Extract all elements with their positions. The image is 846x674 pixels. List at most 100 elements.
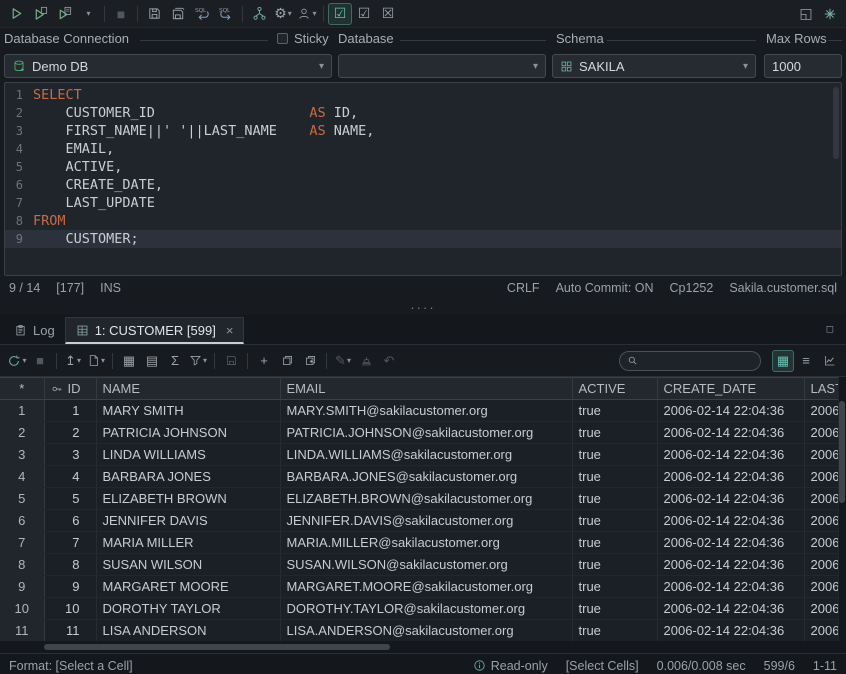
run-options-button[interactable]: ▾	[76, 3, 100, 25]
name-cell[interactable]: MARGARET MOORE	[96, 576, 280, 598]
id-cell[interactable]: 8	[44, 554, 96, 576]
table-row[interactable]: 1111LISA ANDERSONLISA.ANDERSON@sakilacus…	[0, 620, 846, 642]
autocommit-status[interactable]: Auto Commit: ON	[556, 281, 654, 295]
record-display-toggle[interactable]: ≡	[795, 351, 817, 371]
id-cell[interactable]: 9	[44, 576, 96, 598]
name-cell[interactable]: JENNIFER DAVIS	[96, 510, 280, 532]
email-cell[interactable]: SUSAN.WILSON@sakilacustomer.org	[280, 554, 572, 576]
active-cell[interactable]: true	[572, 488, 657, 510]
duplicate-row-button[interactable]	[299, 351, 321, 371]
editor-vertical-scrollbar[interactable]	[833, 87, 839, 159]
max-rows-input[interactable]: 1000	[764, 54, 842, 78]
editor-line[interactable]: 7 LAST_UPDATE	[5, 194, 841, 212]
apply-changes-button[interactable]	[355, 351, 377, 371]
name-cell[interactable]: DOROTHY TAYLOR	[96, 598, 280, 620]
filter-button[interactable]: ▾	[187, 351, 209, 371]
table-row[interactable]: 66JENNIFER DAVISJENNIFER.DAVIS@sakilacus…	[0, 510, 846, 532]
toggle-result-pane-button[interactable]: ☑	[328, 3, 352, 25]
name-cell[interactable]: SUSAN WILSON	[96, 554, 280, 576]
create-date-cell[interactable]: 2006-02-14 22:04:36	[657, 488, 804, 510]
splitter-grip[interactable]: ····	[410, 300, 435, 315]
create-date-cell[interactable]: 2006-02-14 22:04:36	[657, 554, 804, 576]
create-date-cell[interactable]: 2006-02-14 22:04:36	[657, 576, 804, 598]
name-cell[interactable]: MARIA MILLER	[96, 532, 280, 554]
connection-select[interactable]: Demo DB ▾	[4, 54, 332, 78]
id-cell[interactable]: 11	[44, 620, 96, 642]
row-number-cell[interactable]: 4	[0, 466, 44, 488]
header-active[interactable]: ACTIVE	[572, 378, 657, 400]
maximize-panel-icon[interactable]: ◻	[826, 324, 842, 335]
table-row[interactable]: 22PATRICIA JOHNSONPATRICIA.JOHNSON@sakil…	[0, 422, 846, 444]
row-number-cell[interactable]: 11	[0, 620, 44, 642]
cancel-fetch-button[interactable]: ■	[29, 351, 51, 371]
email-cell[interactable]: BARBARA.JONES@sakilacustomer.org	[280, 466, 572, 488]
active-cell[interactable]: true	[572, 532, 657, 554]
row-number-cell[interactable]: 5	[0, 488, 44, 510]
create-date-cell[interactable]: 2006-02-14 22:04:36	[657, 400, 804, 422]
create-date-cell[interactable]: 2006-02-14 22:04:36	[657, 598, 804, 620]
sticky-checkbox[interactable]	[277, 33, 288, 44]
preferences-button[interactable]	[818, 3, 842, 25]
header-id[interactable]: ID	[44, 378, 96, 400]
row-number-cell[interactable]: 8	[0, 554, 44, 576]
email-cell[interactable]: MARIA.MILLER@sakilacustomer.org	[280, 532, 572, 554]
id-cell[interactable]: 1	[44, 400, 96, 422]
export-button[interactable]: ↥ ▾	[62, 351, 84, 371]
line-ending[interactable]: CRLF	[507, 281, 540, 295]
grid-pane-button[interactable]: ▦	[118, 351, 140, 371]
sql-redo-button[interactable]: SQL	[214, 3, 238, 25]
connection-fork-button[interactable]	[247, 3, 271, 25]
email-cell[interactable]: LISA.ANDERSON@sakilacustomer.org	[280, 620, 572, 642]
tab-result-customer[interactable]: 1: CUSTOMER [599] ×	[65, 317, 245, 344]
id-cell[interactable]: 7	[44, 532, 96, 554]
generate-file-button[interactable]: ▾	[85, 351, 107, 371]
table-row[interactable]: 88SUSAN WILSONSUSAN.WILSON@sakilacustome…	[0, 554, 846, 576]
active-cell[interactable]: true	[572, 444, 657, 466]
table-row[interactable]: 44BARBARA JONESBARBARA.JONES@sakilacusto…	[0, 466, 846, 488]
save-result-button[interactable]	[220, 351, 242, 371]
table-row[interactable]: 77MARIA MILLERMARIA.MILLER@sakilacustome…	[0, 532, 846, 554]
id-cell[interactable]: 3	[44, 444, 96, 466]
search-input[interactable]	[643, 354, 753, 368]
save-all-button[interactable]	[166, 3, 190, 25]
row-number-cell[interactable]: 2	[0, 422, 44, 444]
run-script-button[interactable]	[52, 3, 76, 25]
aggregate-pane-button[interactable]: Σ	[164, 351, 186, 371]
table-row[interactable]: 1010DOROTHY TAYLORDOROTHY.TAYLOR@sakilac…	[0, 598, 846, 620]
id-cell[interactable]: 6	[44, 510, 96, 532]
create-date-cell[interactable]: 2006-02-14 22:04:36	[657, 620, 804, 642]
editor-line[interactable]: 9 CUSTOMER;	[5, 230, 841, 248]
run-button[interactable]	[4, 3, 28, 25]
email-cell[interactable]: MARGARET.MOORE@sakilacustomer.org	[280, 576, 572, 598]
horizontal-scrollbar[interactable]	[0, 641, 846, 653]
editor-line[interactable]: 3 FIRST_NAME||' '||LAST_NAME AS NAME,	[5, 122, 841, 140]
email-cell[interactable]: ELIZABETH.BROWN@sakilacustomer.org	[280, 488, 572, 510]
email-cell[interactable]: MARY.SMITH@sakilacustomer.org	[280, 400, 572, 422]
header-email[interactable]: EMAIL	[280, 378, 572, 400]
row-number-cell[interactable]: 1	[0, 400, 44, 422]
run-current-button[interactable]	[28, 3, 52, 25]
active-cell[interactable]: true	[572, 466, 657, 488]
editor-line[interactable]: 4 EMAIL,	[5, 140, 841, 158]
save-button[interactable]	[142, 3, 166, 25]
result-search[interactable]	[619, 351, 761, 371]
id-cell[interactable]: 5	[44, 488, 96, 510]
row-number-cell[interactable]: 6	[0, 510, 44, 532]
email-cell[interactable]: LINDA.WILLIAMS@sakilacustomer.org	[280, 444, 572, 466]
id-cell[interactable]: 2	[44, 422, 96, 444]
create-date-cell[interactable]: 2006-02-14 22:04:36	[657, 466, 804, 488]
tab-log[interactable]: Log	[4, 317, 65, 344]
create-date-cell[interactable]: 2006-02-14 22:04:36	[657, 532, 804, 554]
email-cell[interactable]: PATRICIA.JOHNSON@sakilacustomer.org	[280, 422, 572, 444]
verify-button[interactable]: ☑	[352, 3, 376, 25]
table-row[interactable]: 11MARY SMITHMARY.SMITH@sakilacustomer.or…	[0, 400, 846, 422]
id-cell[interactable]: 10	[44, 598, 96, 620]
active-cell[interactable]: true	[572, 422, 657, 444]
row-number-cell[interactable]: 9	[0, 576, 44, 598]
active-cell[interactable]: true	[572, 576, 657, 598]
create-date-cell[interactable]: 2006-02-14 22:04:36	[657, 444, 804, 466]
name-cell[interactable]: PATRICIA JOHNSON	[96, 422, 280, 444]
chart-display-toggle[interactable]	[818, 351, 840, 371]
encoding[interactable]: Cp1252	[670, 281, 714, 295]
table-row[interactable]: 99MARGARET MOOREMARGARET.MOORE@sakilacus…	[0, 576, 846, 598]
